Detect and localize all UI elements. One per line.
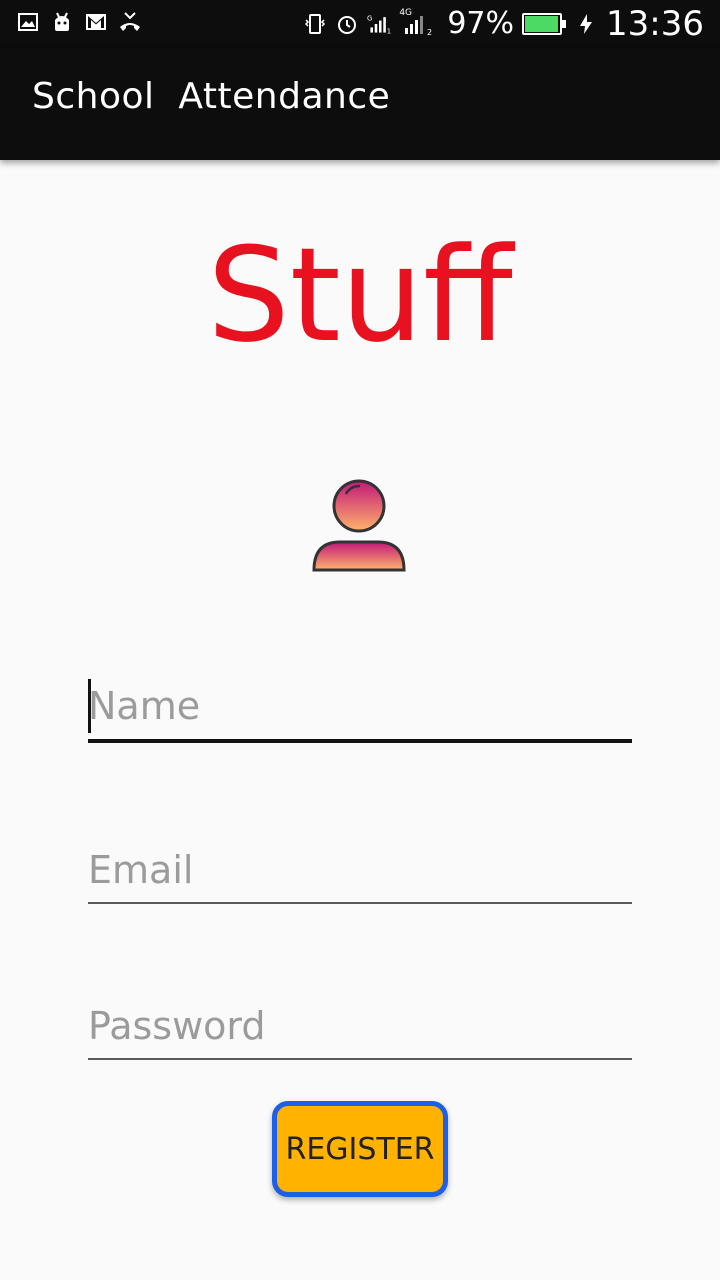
- alarm-icon: [338, 16, 357, 34]
- image-icon: [18, 13, 38, 31]
- battery-icon: [522, 13, 567, 35]
- app-title: School Attendance: [32, 76, 391, 117]
- signal-4g-icon: 4G 2: [399, 8, 439, 36]
- missed-call-icon: [120, 12, 140, 31]
- android-icon: [55, 12, 69, 31]
- battery-fill: [525, 16, 558, 32]
- email-underline: [88, 902, 632, 904]
- password-underline: [88, 1058, 632, 1060]
- gmail-icon: [86, 14, 106, 30]
- name-input[interactable]: [88, 674, 632, 738]
- svg-text:1: 1: [387, 27, 391, 35]
- register-button[interactable]: REGISTER: [272, 1101, 448, 1197]
- name-underline: [88, 739, 632, 743]
- status-bar: G 1 4G 2 97% 13:36: [0, 0, 720, 48]
- password-field[interactable]: [88, 994, 632, 1060]
- svg-text:G: G: [367, 15, 372, 23]
- app-bar: School Attendance: [0, 48, 720, 160]
- email-field[interactable]: [88, 838, 632, 904]
- system-status: G 1 4G 2 97% 13:36: [303, 4, 704, 44]
- notification-icons: [16, 10, 142, 34]
- signal-icon: G 1: [367, 15, 391, 36]
- text-caret: [88, 679, 91, 733]
- email-input[interactable]: [88, 838, 632, 902]
- clock: 13:36: [606, 4, 704, 44]
- vibrate-icon: [305, 14, 326, 34]
- name-field[interactable]: [88, 674, 632, 743]
- page-headline: Stuff: [207, 219, 513, 371]
- user-avatar-icon: [312, 479, 406, 572]
- battery-percent: 97%: [447, 6, 515, 41]
- charging-icon: [580, 14, 593, 34]
- password-input[interactable]: [88, 994, 632, 1058]
- svg-text:2: 2: [427, 28, 432, 36]
